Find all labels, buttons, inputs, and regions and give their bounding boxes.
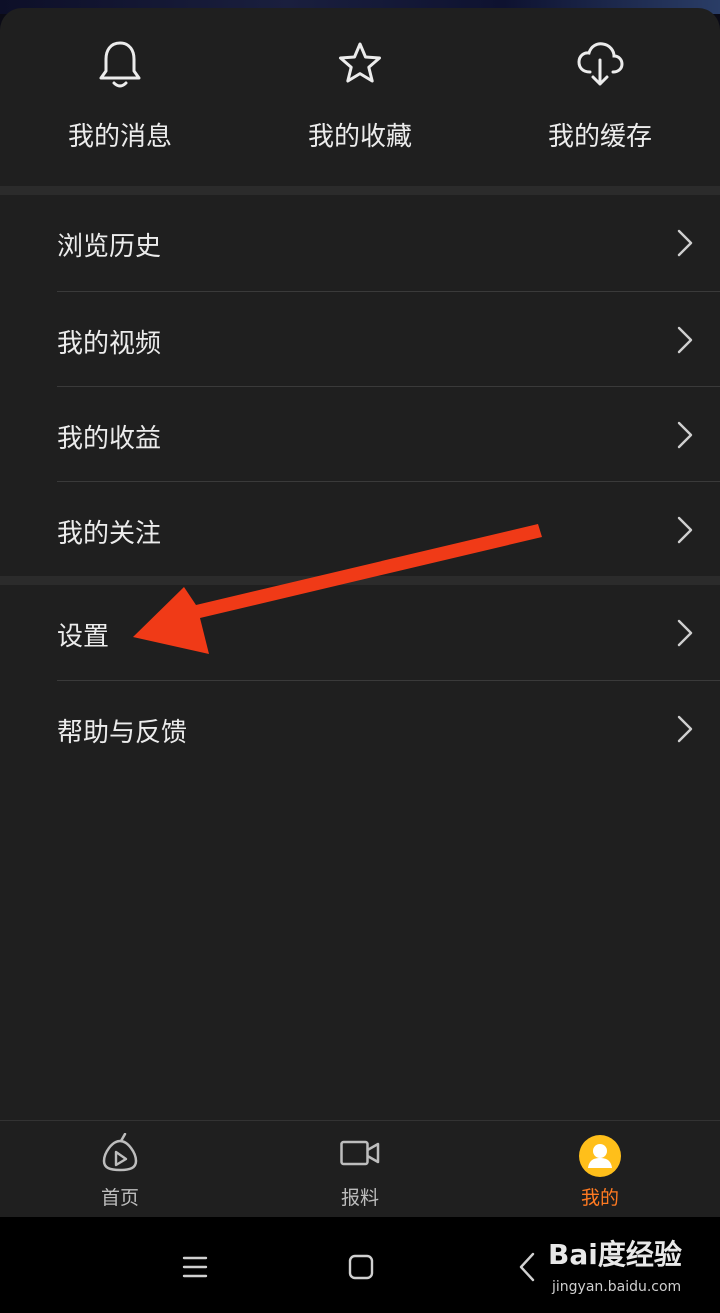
tab-home[interactable]: 首页 [0, 1121, 240, 1218]
person-icon [588, 1144, 612, 1168]
menu-item-my-videos[interactable]: 我的视频 [0, 292, 720, 387]
tab-label: 首页 [100, 1187, 139, 1209]
chevron-right-icon [677, 619, 693, 647]
tab-me[interactable]: 我的 [480, 1121, 720, 1218]
home-square-icon[interactable] [341, 1247, 381, 1287]
my-cache-label: 我的缓存 [547, 122, 652, 152]
menu-label: 浏览历史 [57, 232, 162, 262]
section-divider [0, 576, 720, 585]
chevron-right-icon [677, 715, 693, 743]
chevron-right-icon [677, 326, 693, 354]
back-icon[interactable] [508, 1247, 548, 1287]
my-favorites-label: 我的收藏 [307, 122, 412, 152]
cloud-download-icon [577, 42, 624, 86]
chevron-right-icon [677, 421, 693, 449]
star-icon [339, 42, 381, 83]
home-play-icon [102, 1133, 138, 1172]
my-messages-label: 我的消息 [67, 122, 172, 152]
avatar [579, 1135, 621, 1177]
tab-label: 报料 [340, 1187, 379, 1209]
menu-icon[interactable] [175, 1247, 215, 1287]
menu-label: 我的视频 [57, 329, 162, 359]
menu-label: 我的关注 [57, 519, 162, 549]
my-cache-button[interactable]: 我的缓存 [480, 8, 720, 186]
baidu-jingyan-watermark: Bai度经验 jingyan.baidu.com [548, 1233, 718, 1303]
section-divider [0, 186, 720, 195]
video-camera-icon [340, 1140, 380, 1166]
tab-label: 我的 [580, 1187, 619, 1209]
chevron-right-icon [677, 516, 693, 544]
menu-item-settings[interactable]: 设置 [0, 585, 720, 680]
my-messages-button[interactable]: 我的消息 [0, 8, 240, 186]
watermark-url: jingyan.baidu.com [552, 1279, 682, 1295]
bottom-tab-bar: 首页 报料 我的 [0, 1120, 720, 1218]
my-favorites-button[interactable]: 我的收藏 [240, 8, 480, 186]
profile-panel: 我的消息 我的收藏 我的缓存 浏览历史 我的视频 我的收益 我的关注 设置 帮助… [0, 8, 720, 1217]
menu-label: 设置 [57, 622, 110, 652]
menu-item-my-earnings[interactable]: 我的收益 [0, 387, 720, 482]
chevron-right-icon [677, 229, 693, 257]
bell-icon [99, 41, 141, 88]
menu-label: 帮助与反馈 [57, 718, 188, 748]
tab-report[interactable]: 报料 [240, 1121, 480, 1218]
menu-item-following[interactable]: 我的关注 [0, 482, 720, 577]
quick-actions: 我的消息 我的收藏 我的缓存 [0, 8, 720, 186]
menu-label: 我的收益 [57, 424, 162, 454]
watermark-logo: Bai度经验 [548, 1238, 682, 1271]
menu-item-help-feedback[interactable]: 帮助与反馈 [0, 681, 720, 776]
menu-item-history[interactable]: 浏览历史 [0, 195, 720, 290]
